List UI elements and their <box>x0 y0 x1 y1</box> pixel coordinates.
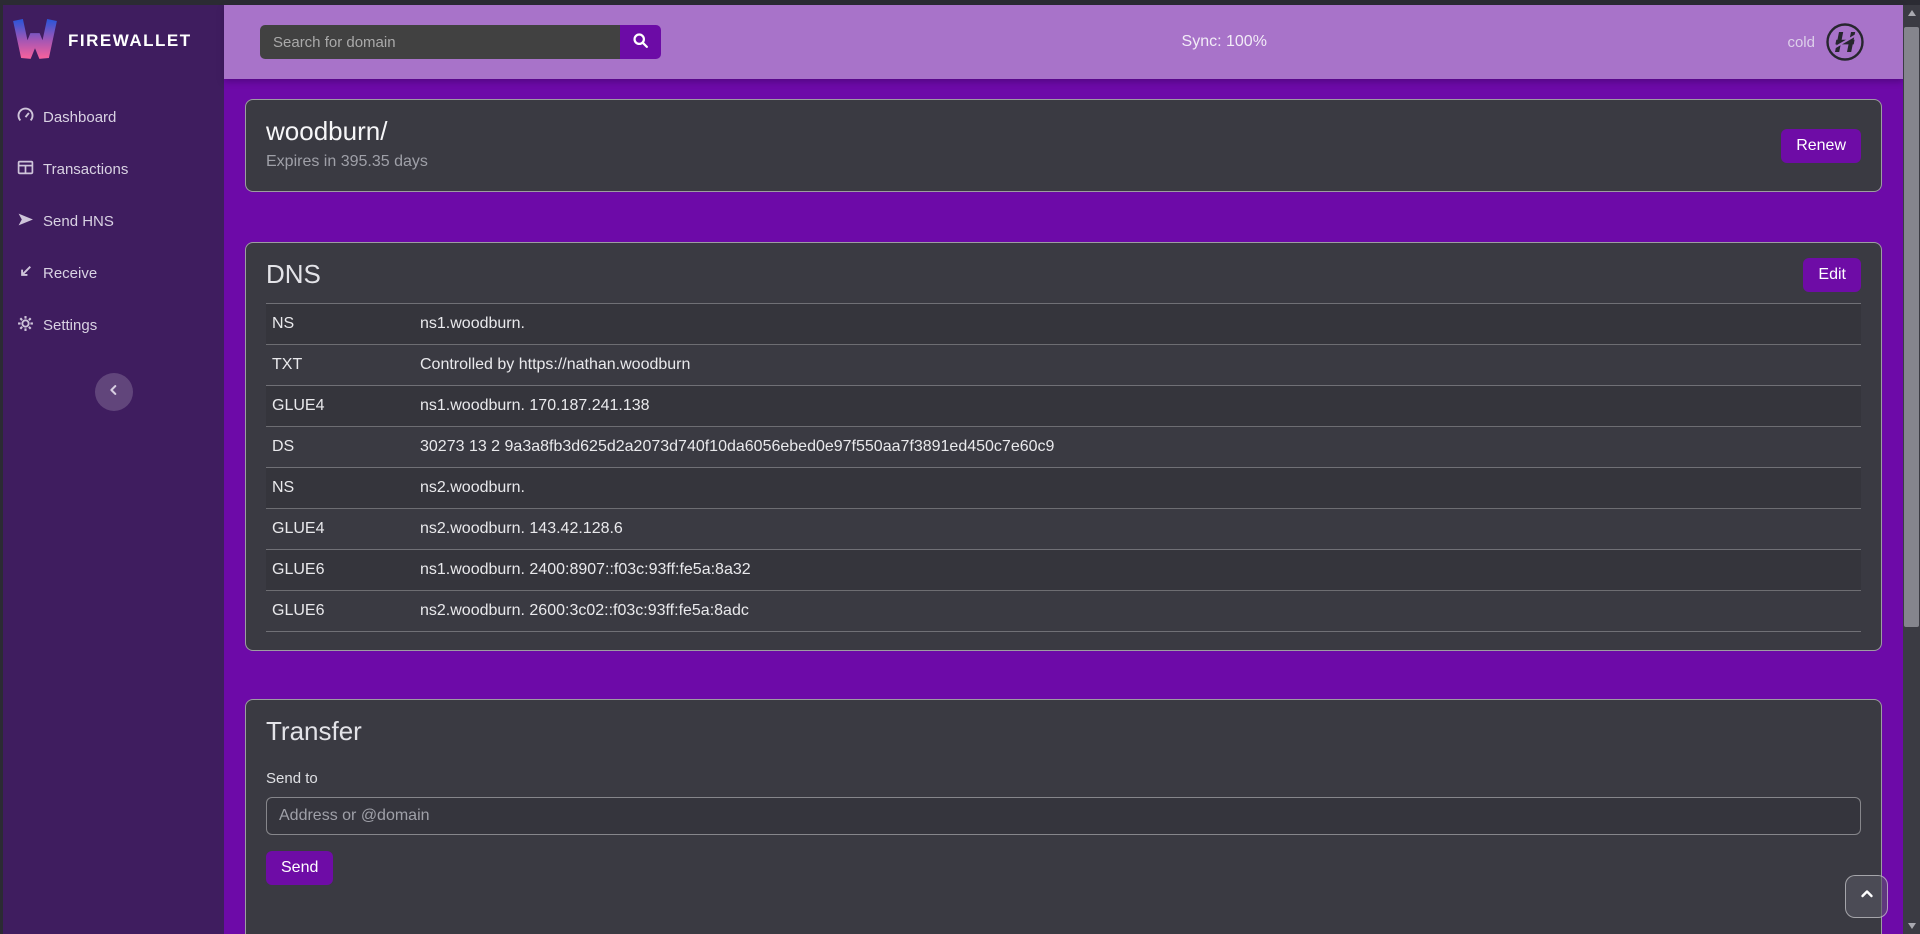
table-icon <box>17 159 34 180</box>
transfer-card-title: Transfer <box>266 716 1861 747</box>
sidebar-item-label: Dashboard <box>43 109 116 126</box>
sidebar-item-receive[interactable]: Receive <box>3 247 224 299</box>
dns-record-type: TXT <box>266 345 414 386</box>
receive-icon <box>17 263 34 284</box>
wallet-name: cold <box>1787 34 1815 51</box>
dns-record-value: ns2.woodburn. 143.42.128.6 <box>414 509 1861 550</box>
dns-record-type: GLUE6 <box>266 550 414 591</box>
domain-card: woodburn/ Expires in 395.35 days Renew <box>245 99 1882 192</box>
search-icon <box>632 32 649 52</box>
sidebar-item-label: Settings <box>43 317 97 334</box>
search-button[interactable] <box>620 25 661 59</box>
dns-record-type: DS <box>266 427 414 468</box>
dns-record-type: NS <box>266 304 414 345</box>
dns-record-row: GLUE4 ns2.woodburn. 143.42.128.6 <box>266 509 1861 550</box>
dns-record-value: Controlled by https://nathan.woodburn <box>414 345 1861 386</box>
gear-icon <box>17 315 34 336</box>
sidebar-collapse-button[interactable] <box>95 373 133 411</box>
dns-record-row: GLUE6 ns2.woodburn. 2600:3c02::f03c:93ff… <box>266 591 1861 632</box>
dns-record-value: ns2.woodburn. <box>414 468 1861 509</box>
sync-status: Sync: 100% <box>661 33 1787 51</box>
topbar: Sync: 100% cold <box>224 5 1903 79</box>
send-to-label: Send to <box>266 770 1861 787</box>
sidebar-item-label: Transactions <box>43 161 128 178</box>
sidebar-item-settings[interactable]: Settings <box>3 299 224 351</box>
dns-card-title: DNS <box>266 259 1861 290</box>
sidebar-item-label: Send HNS <box>43 213 114 230</box>
dns-record-value: ns2.woodburn. 2600:3c02::f03c:93ff:fe5a:… <box>414 591 1861 632</box>
brand-name: FIREWALLET <box>68 31 192 51</box>
sidebar-item-label: Receive <box>43 265 97 282</box>
transfer-address-input[interactable] <box>266 797 1861 835</box>
dns-record-type: GLUE4 <box>266 509 414 550</box>
page-scrollbar[interactable] <box>1903 5 1920 934</box>
dns-records-table: NS ns1.woodburn. TXT Controlled by https… <box>266 303 1861 632</box>
domain-search <box>260 25 661 59</box>
domain-search-input[interactable] <box>260 25 620 59</box>
firewallet-logo-icon <box>13 15 57 68</box>
dns-record-value: ns1.woodburn. 170.187.241.138 <box>414 386 1861 427</box>
dns-record-type: GLUE6 <box>266 591 414 632</box>
dns-record-value: 30273 13 2 9a3a8fb3d625d2a2073d740f10da6… <box>414 427 1861 468</box>
scroll-to-top-button[interactable] <box>1845 875 1888 918</box>
dns-record-row: GLUE4 ns1.woodburn. 170.187.241.138 <box>266 386 1861 427</box>
sidebar-nav: Dashboard Transactions S <box>3 91 224 351</box>
dns-record-value: ns1.woodburn. 2400:8907::f03c:93ff:fe5a:… <box>414 550 1861 591</box>
domain-title: woodburn/ <box>266 116 1861 147</box>
dns-record-row: NS ns1.woodburn. <box>266 304 1861 345</box>
sidebar: FIREWALLET Dashboard <box>3 5 224 934</box>
dns-record-row: DS 30273 13 2 9a3a8fb3d625d2a2073d740f10… <box>266 427 1861 468</box>
dns-record-value: ns1.woodburn. <box>414 304 1861 345</box>
handshake-icon[interactable] <box>1825 22 1865 62</box>
send-icon <box>17 211 34 232</box>
sidebar-item-transactions[interactable]: Transactions <box>3 143 224 195</box>
sidebar-item-send-hns[interactable]: Send HNS <box>3 195 224 247</box>
main-column: Sync: 100% cold <box>224 5 1903 934</box>
dns-card: DNS Edit NS ns1.woodburn. TXT Controlled… <box>245 242 1882 651</box>
wallet-indicator: cold <box>1787 22 1865 62</box>
sidebar-item-dashboard[interactable]: Dashboard <box>3 91 224 143</box>
dns-record-row: GLUE6 ns1.woodburn. 2400:8907::f03c:93ff… <box>266 550 1861 591</box>
chevron-up-icon <box>1859 886 1875 907</box>
brand: FIREWALLET <box>3 5 224 77</box>
app-frame: FIREWALLET Dashboard <box>3 5 1903 934</box>
send-button[interactable]: Send <box>266 851 333 885</box>
dns-record-type: GLUE4 <box>266 386 414 427</box>
edit-dns-button[interactable]: Edit <box>1803 258 1861 292</box>
dns-record-row: NS ns2.woodburn. <box>266 468 1861 509</box>
dns-record-row: TXT Controlled by https://nathan.woodbur… <box>266 345 1861 386</box>
chevron-left-icon <box>107 383 121 402</box>
content-area: woodburn/ Expires in 395.35 days Renew D… <box>224 79 1903 934</box>
scrollbar-down-arrow[interactable] <box>1903 918 1920 934</box>
domain-expiry: Expires in 395.35 days <box>266 153 1861 171</box>
dns-record-type: NS <box>266 468 414 509</box>
scrollbar-up-arrow[interactable] <box>1903 5 1920 21</box>
renew-button[interactable]: Renew <box>1781 129 1861 163</box>
gauge-icon <box>17 107 34 128</box>
transfer-card: Transfer Send to Send <box>245 699 1882 934</box>
scrollbar-thumb[interactable] <box>1904 27 1919 627</box>
